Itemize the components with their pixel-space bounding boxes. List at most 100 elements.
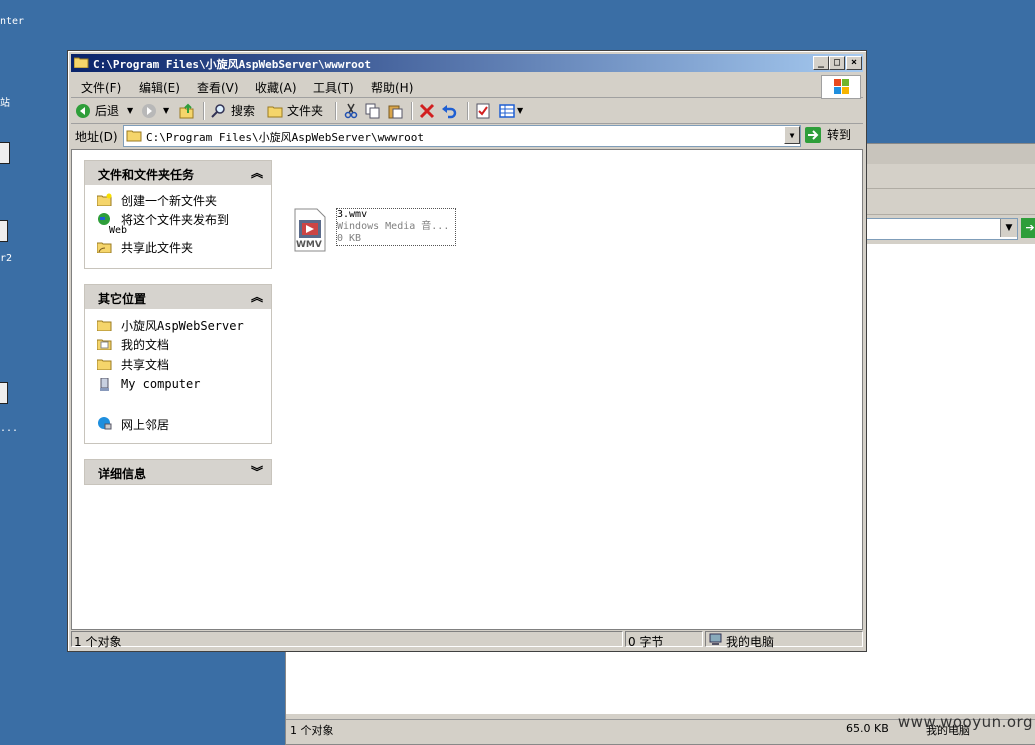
chevron-down-icon[interactable]: ▼: [1000, 219, 1017, 237]
menu-view[interactable]: 查看(V): [197, 79, 239, 96]
back-label: 后退: [95, 104, 120, 118]
collapse-chevron-icon[interactable]: ︽: [251, 164, 263, 181]
computer-icon: [100, 378, 109, 391]
status-bar: 1 个对象 0 字节 我的电脑: [71, 631, 863, 649]
menu-bar: 文件(F) 编辑(E) 查看(V) 收藏(A) 工具(T) 帮助(H): [71, 75, 863, 99]
search-label: 搜索: [231, 104, 256, 118]
details-panel: 详细信息 ︾: [84, 459, 272, 485]
task-label: 创建一个新文件夹: [121, 194, 218, 208]
undo-button[interactable]: [441, 102, 459, 120]
cut-button[interactable]: [343, 102, 361, 120]
wmv-icon-label: WMV: [296, 240, 322, 250]
places-header[interactable]: 其它位置 ︽: [85, 285, 271, 309]
desktop-icon[interactable]: [0, 220, 8, 242]
menu-favorites[interactable]: 收藏(A): [255, 79, 297, 96]
file-name: 3.wmv: [337, 209, 368, 220]
folder-icon: [267, 106, 283, 118]
globe-icon: [98, 213, 110, 225]
background-status-count: 1 个对象: [290, 724, 334, 737]
forward-button[interactable]: ▼: [141, 102, 175, 120]
go-arrow-icon[interactable]: ➔: [1021, 218, 1035, 238]
place-label: 我的文档: [121, 338, 170, 352]
menu-help[interactable]: 帮助(H): [371, 79, 413, 96]
scissors-icon: [344, 103, 358, 119]
file-info: 3.wmv Windows Media 音... 0 KB: [336, 208, 456, 246]
file-type: Windows Media 音...: [337, 221, 450, 232]
file-size: 0 KB: [337, 233, 362, 244]
chevron-down-icon[interactable]: ▼: [163, 102, 169, 120]
minimize-button[interactable]: _: [813, 56, 829, 70]
menu-file[interactable]: 文件(F): [81, 79, 121, 96]
toolbar-separator: [203, 102, 205, 120]
task-label: Web: [109, 225, 128, 236]
address-value: C:\Program Files\小旋风AspWebServer\wwwroot: [146, 131, 425, 144]
undo-icon: [442, 105, 457, 119]
folders-label: 文件夹: [287, 104, 324, 118]
title-bar[interactable]: C:\Program Files\小旋风AspWebServer\wwwroot…: [71, 54, 863, 72]
places-title: 其它位置: [98, 292, 147, 306]
new-folder-icon: [97, 193, 112, 206]
back-arrow-icon: [76, 104, 90, 118]
toolbar-separator: [411, 102, 413, 120]
place-label: 小旋风AspWebServer: [121, 319, 244, 333]
properties-icon: [476, 103, 490, 119]
paste-button[interactable]: [387, 102, 405, 120]
background-address-box[interactable]: ▼: [866, 218, 1018, 240]
chevron-down-icon[interactable]: ▼: [127, 102, 133, 120]
search-button[interactable]: 搜索: [211, 102, 261, 120]
go-button[interactable]: 转到: [805, 125, 861, 145]
toolbar: 后退 ▼ ▼ 搜索 文件夹 ▼: [71, 99, 863, 124]
back-button[interactable]: 后退 ▼: [75, 102, 135, 120]
up-folder-icon: [179, 103, 194, 119]
toolbar-separator: [335, 102, 337, 120]
folder-icon: [74, 57, 89, 68]
menu-tools[interactable]: 工具(T): [313, 79, 354, 96]
chevron-down-icon[interactable]: ▼: [517, 102, 523, 120]
chevron-down-icon[interactable]: ▼: [784, 126, 800, 144]
collapse-chevron-icon[interactable]: ︽: [251, 288, 263, 305]
content-area: 文件和文件夹任务 ︽ 创建一个新文件夹 将这个文件夹发布到 Web 共享此文件夹…: [71, 149, 863, 630]
desktop-label: r2: [0, 253, 13, 264]
status-bytes-panel: 0 字节: [625, 631, 703, 649]
file-folder-tasks-panel: 文件和文件夹任务 ︽ 创建一个新文件夹 将这个文件夹发布到 Web 共享此文件夹: [84, 160, 272, 269]
computer-icon: [709, 633, 722, 645]
folders-button[interactable]: 文件夹: [267, 102, 327, 120]
status-bytes: 0 字节: [628, 635, 664, 649]
address-bar: 地址(D) C:\Program Files\小旋风AspWebServer\w…: [71, 125, 863, 147]
desktop-icon[interactable]: [0, 142, 10, 164]
expand-chevron-icon[interactable]: ︾: [251, 463, 263, 480]
delete-button[interactable]: [419, 102, 437, 120]
status-location-panel: 我的电脑: [705, 631, 863, 649]
up-folder-button[interactable]: [179, 102, 197, 120]
details-header[interactable]: 详细信息 ︾: [85, 460, 271, 484]
tasks-header[interactable]: 文件和文件夹任务 ︽: [85, 161, 271, 185]
task-label: 将这个文件夹发布到: [121, 213, 230, 227]
window-title: C:\Program Files\小旋风AspWebServer\wwwroot: [93, 58, 372, 71]
toolbar-separator: [467, 102, 469, 120]
views-button[interactable]: ▼: [499, 102, 525, 120]
close-button[interactable]: ×: [846, 56, 862, 70]
forward-arrow-icon: [142, 104, 156, 118]
menu-edit[interactable]: 编辑(E): [139, 79, 180, 96]
copy-icon: [365, 103, 380, 119]
address-input[interactable]: C:\Program Files\小旋风AspWebServer\wwwroot…: [123, 125, 801, 147]
status-count: 1 个对象: [74, 635, 122, 649]
desktop-icon[interactable]: [0, 382, 8, 404]
place-label: My computer: [121, 377, 201, 391]
go-label: 转到: [827, 128, 852, 142]
wmv-file-icon: WMV: [293, 208, 327, 252]
tasks-title: 文件和文件夹任务: [98, 168, 195, 182]
views-grid-icon: [499, 104, 515, 118]
copy-button[interactable]: [365, 102, 383, 120]
properties-button[interactable]: [475, 102, 493, 120]
explorer-window[interactable]: C:\Program Files\小旋风AspWebServer\wwwroot…: [67, 50, 867, 652]
delete-x-icon: [419, 103, 435, 119]
maximize-button[interactable]: □: [829, 56, 845, 70]
desktop-label: 站: [0, 98, 10, 109]
documents-folder-icon: [97, 339, 112, 350]
paste-icon: [388, 105, 403, 119]
search-icon: [211, 104, 225, 118]
status-count-panel: 1 个对象: [71, 631, 623, 649]
status-location: 我的电脑: [726, 635, 775, 649]
network-icon: [98, 417, 112, 430]
